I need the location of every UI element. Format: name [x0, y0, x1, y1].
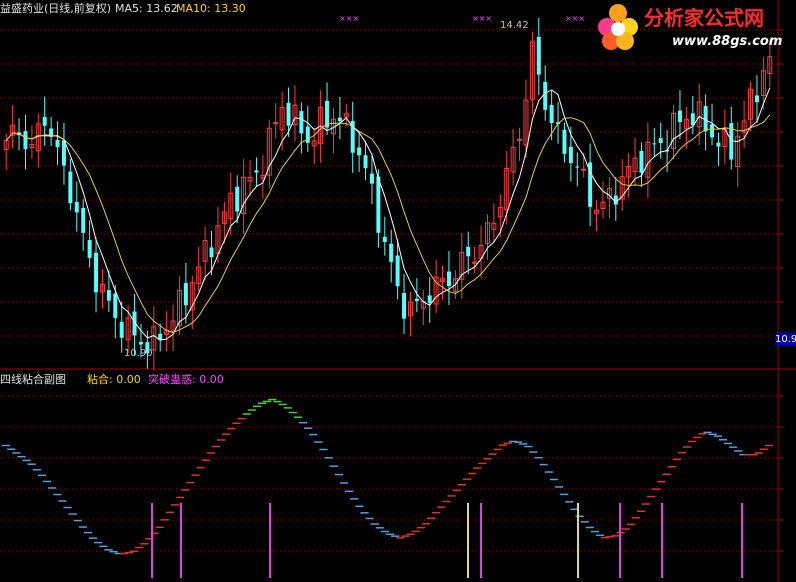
candle-body-down — [209, 247, 214, 258]
nianhe-label: 粘合: 0.00 — [87, 373, 141, 386]
candle-body-down — [42, 117, 47, 126]
candle-body-down — [710, 124, 715, 138]
candle-body-down — [446, 271, 451, 287]
candle-body-down — [466, 246, 471, 257]
candle-body-down — [562, 129, 567, 154]
watermark-brand: 分析家公式网 — [644, 6, 764, 30]
candle-body-down — [639, 150, 644, 173]
candle-body-down — [658, 138, 663, 143]
candle-body-down — [543, 81, 548, 110]
chart-canvas — [0, 0, 796, 582]
candle-body-down — [138, 342, 143, 345]
candle-body-down — [68, 171, 73, 204]
candle-body-down — [113, 293, 118, 318]
candle-body-down — [414, 298, 419, 302]
candle-body-down — [536, 36, 541, 75]
top-marker-3: ××× — [565, 14, 586, 23]
candle-body-down — [613, 195, 618, 205]
candle-body-down — [549, 105, 554, 124]
candle-body-down — [376, 176, 381, 233]
ma10-label: MA10: 13.30 — [176, 2, 246, 15]
candle-body-down — [81, 207, 86, 233]
candle-body-down — [357, 147, 362, 156]
candle-body-down — [369, 173, 374, 184]
candle-body-down — [23, 131, 28, 150]
axis-price-tag: 10.9 — [775, 333, 796, 346]
sub-chart-title: 四线粘合副图 — [0, 373, 66, 386]
candle-body-down — [286, 102, 291, 126]
candle-body-down — [402, 293, 407, 319]
candle-body-down — [575, 166, 580, 168]
candle-body-down — [74, 202, 79, 213]
candle-body-down — [382, 236, 387, 243]
flower-icon — [598, 4, 638, 50]
candle-body-down — [568, 146, 573, 164]
candle-body-down — [754, 95, 759, 103]
candle-body-down — [183, 283, 188, 306]
candle-body-down — [94, 252, 99, 293]
candle-body-down — [119, 321, 124, 338]
ma5-label: MA5: 13.62 — [115, 2, 178, 15]
top-marker-2: ××× — [472, 14, 493, 23]
stock-title: 益盛药业(日线,前复权) — [0, 2, 112, 15]
candle-body-down — [427, 295, 432, 303]
candle-body-down — [363, 155, 368, 169]
candle-body-down — [337, 117, 342, 122]
candle-body-down — [235, 186, 240, 212]
candle-body-down — [55, 139, 60, 148]
candle-body-down — [652, 143, 657, 145]
candle-body-up — [273, 122, 279, 125]
candle-body-down — [677, 110, 682, 123]
candle-body-down — [389, 243, 394, 262]
top-marker-1: ××× — [339, 14, 360, 23]
ma10-line — [5, 114, 771, 334]
candle-body-down — [106, 290, 111, 301]
candle-body-down — [716, 142, 721, 147]
high-price-label: 14.42 — [500, 20, 529, 31]
candle-body-down — [87, 240, 92, 258]
candle-body-down — [299, 111, 304, 134]
breakout-label: 突破蛊惑: 0.00 — [148, 373, 224, 386]
candle-body-down — [395, 255, 400, 287]
candle-body-up — [581, 168, 587, 171]
candle-body-down — [254, 170, 259, 173]
low-price-label: 10.90 — [124, 348, 153, 359]
watermark-url: www.88gs.com — [672, 34, 783, 49]
watermark-logo: 分析家公式网 www.88gs.com — [596, 0, 796, 58]
